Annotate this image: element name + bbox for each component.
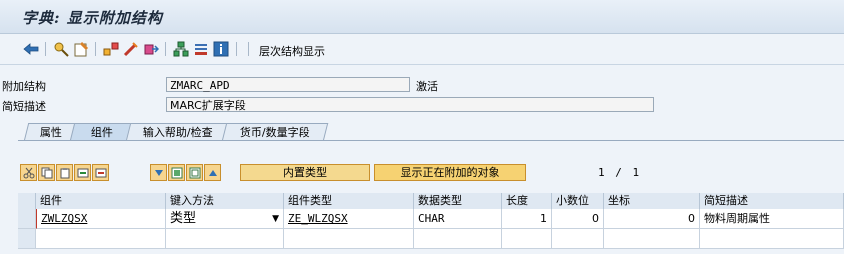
application-toolbar: 层次结构显示 xyxy=(0,34,844,65)
paste-icon[interactable] xyxy=(56,164,73,181)
component-type-cell[interactable]: ZE_WLZQSX xyxy=(284,209,414,229)
length-cell[interactable]: 1 xyxy=(502,209,552,229)
row-selector-header[interactable] xyxy=(18,193,36,209)
delete-row-icon[interactable] xyxy=(92,164,109,181)
col-component[interactable]: 组件 xyxy=(36,193,166,209)
coordinate-cell[interactable]: 0 xyxy=(604,209,700,229)
row-selector[interactable] xyxy=(18,229,36,249)
typing-method-value: 类型 xyxy=(170,211,197,226)
typing-method-cell[interactable]: 类型 ▼ xyxy=(166,209,284,229)
col-coordinate[interactable]: 坐标 xyxy=(604,193,700,209)
col-decimals[interactable]: 小数位 xyxy=(552,193,604,209)
pager: 1 / 1 xyxy=(598,166,639,179)
show-appended-objects-button[interactable]: 显示正在附加的对象 xyxy=(374,164,526,181)
standard-icon[interactable] xyxy=(192,40,210,58)
data-type-cell[interactable] xyxy=(414,229,502,249)
decimals-cell[interactable] xyxy=(552,229,604,249)
decimals-cell[interactable]: 0 xyxy=(552,209,604,229)
component-panel: 内置类型 显示正在附加的对象 1 / 1 组件 键入方法 组件类型 数据类型 长… xyxy=(0,65,844,254)
object-tree-icon[interactable] xyxy=(172,40,190,58)
col-length[interactable]: 长度 xyxy=(502,193,552,209)
where-used-icon[interactable] xyxy=(142,40,160,58)
copy-icon[interactable] xyxy=(38,164,55,181)
component-cell[interactable]: ZWLZQSX xyxy=(36,209,166,229)
other-object-icon[interactable] xyxy=(52,40,70,58)
component-cell[interactable] xyxy=(36,229,166,249)
pager-separator: / xyxy=(615,166,622,179)
down-arrow-icon[interactable] xyxy=(150,164,167,181)
cut-icon[interactable] xyxy=(20,164,37,181)
pager-current: 1 xyxy=(598,166,605,179)
toolbar-separator xyxy=(248,42,249,56)
row-selector[interactable] xyxy=(18,209,36,229)
toolbar-separator xyxy=(45,42,46,56)
data-type-cell[interactable]: CHAR xyxy=(414,209,502,229)
back-icon[interactable] xyxy=(22,40,40,58)
coordinate-cell[interactable] xyxy=(604,229,700,249)
toolbar-separator xyxy=(236,42,237,56)
collapse-icon[interactable] xyxy=(204,164,221,181)
short-desc-cell[interactable] xyxy=(700,229,844,249)
toolbar-separator xyxy=(165,42,166,56)
info-icon[interactable] xyxy=(212,40,230,58)
activate-icon[interactable] xyxy=(122,40,140,58)
chevron-down-icon[interactable]: ▼ xyxy=(272,209,279,229)
table-row[interactable]: ZWLZQSX 类型 ▼ ZE_WLZQSX CHAR 1 0 0 物料周期属性 xyxy=(18,209,844,229)
title-bar: 字典: 显示附加结构 xyxy=(0,0,844,34)
typing-method-cell[interactable] xyxy=(166,229,284,249)
col-short-desc[interactable]: 简短描述 xyxy=(700,193,844,209)
select-all-icon[interactable] xyxy=(168,164,185,181)
deselect-all-icon[interactable] xyxy=(186,164,203,181)
pager-total: 1 xyxy=(632,166,640,179)
hierarchy-icon[interactable] xyxy=(102,40,120,58)
insert-row-icon[interactable] xyxy=(74,164,91,181)
col-data-type[interactable]: 数据类型 xyxy=(414,193,502,209)
length-cell[interactable] xyxy=(502,229,552,249)
builtin-type-button[interactable]: 内置类型 xyxy=(240,164,370,181)
table-row[interactable] xyxy=(18,229,844,249)
short-desc-cell[interactable]: 物料周期属性 xyxy=(700,209,844,229)
display-change-icon[interactable] xyxy=(72,40,90,58)
col-typing-method[interactable]: 键入方法 xyxy=(166,193,284,209)
col-component-type[interactable]: 组件类型 xyxy=(284,193,414,209)
component-type-cell[interactable] xyxy=(284,229,414,249)
hierarchy-display-button[interactable]: 层次结构显示 xyxy=(259,43,325,59)
page-title: 字典: 显示附加结构 xyxy=(22,9,163,27)
toolbar-separator xyxy=(95,42,96,56)
